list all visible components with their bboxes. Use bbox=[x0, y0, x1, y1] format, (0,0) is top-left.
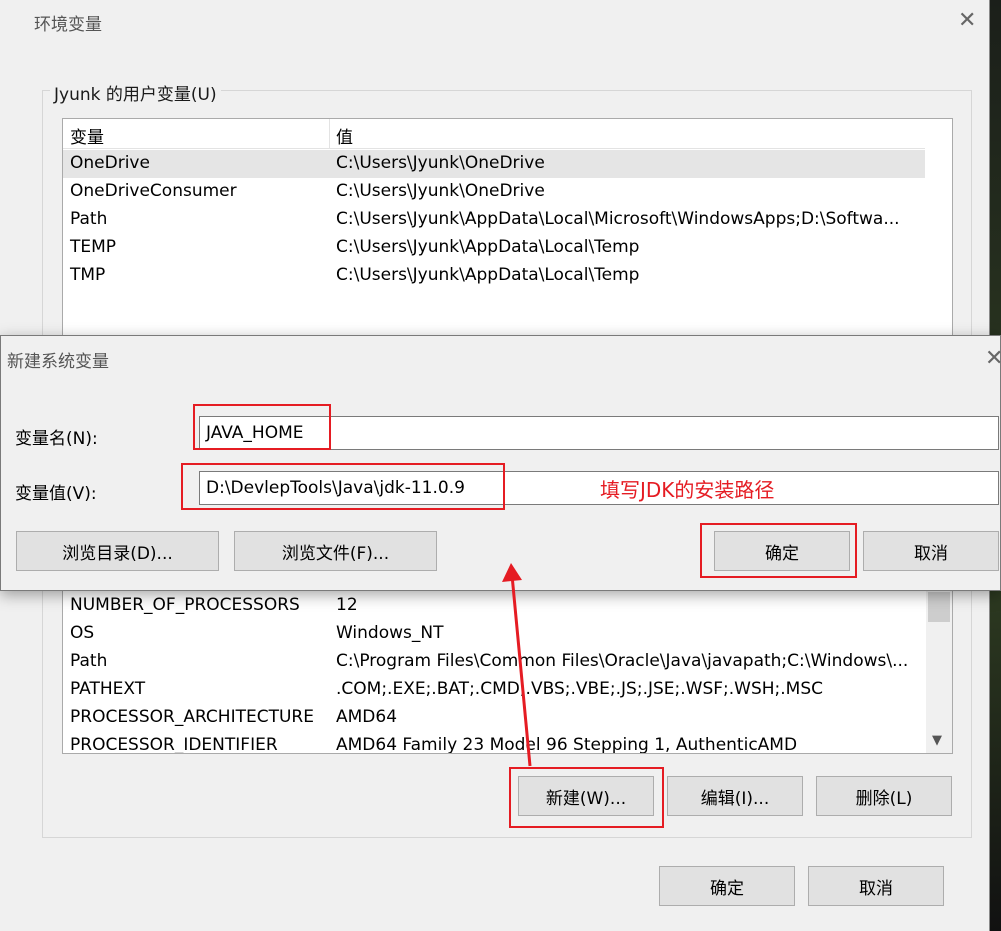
table-row[interactable]: Path C:\Users\Jyunk\AppData\Local\Micros… bbox=[63, 206, 925, 234]
variable-value-label: 变量值(V): bbox=[15, 484, 97, 504]
table-row[interactable]: TEMP C:\Users\Jyunk\AppData\Local\Temp bbox=[63, 234, 925, 262]
variable-name: PROCESSOR_ARCHITECTURE bbox=[70, 707, 314, 727]
variable-name: OneDriveConsumer bbox=[70, 181, 237, 201]
cancel-button[interactable]: 取消 bbox=[808, 866, 944, 906]
annotation-box-value bbox=[181, 463, 505, 510]
table-row[interactable]: PATHEXT .COM;.EXE;.BAT;.CMD;.VBS;.VBE;.J… bbox=[63, 676, 925, 704]
dialog-title: 环境变量 bbox=[34, 15, 102, 35]
edit-variable-button[interactable]: 编辑(I)... bbox=[667, 776, 803, 816]
browse-file-button[interactable]: 浏览文件(F)... bbox=[234, 531, 437, 571]
system-variables-list[interactable]: NUMBER_OF_PROCESSORS 12 OS Windows_NT Pa… bbox=[62, 590, 953, 754]
user-variables-list[interactable]: 变量 值 OneDrive C:\Users\Jyunk\OneDrive On… bbox=[62, 118, 953, 348]
table-row[interactable]: PROCESSOR_IDENTIFIER AMD64 Family 23 Mod… bbox=[63, 732, 925, 754]
variable-value: C:\Users\Jyunk\AppData\Local\Temp bbox=[336, 265, 640, 285]
delete-variable-button[interactable]: 删除(L) bbox=[816, 776, 952, 816]
annotation-box-ok bbox=[700, 523, 857, 578]
table-row[interactable]: PROCESSOR_ARCHITECTURE AMD64 bbox=[63, 704, 925, 732]
browse-directory-button[interactable]: 浏览目录(D)... bbox=[16, 531, 219, 571]
annotation-box-new bbox=[509, 767, 664, 828]
column-header-value[interactable]: 值 bbox=[336, 123, 353, 148]
variable-value: C:\Users\Jyunk\OneDrive bbox=[336, 181, 545, 201]
variable-name: Path bbox=[70, 209, 108, 229]
scroll-thumb[interactable] bbox=[928, 592, 950, 622]
table-row[interactable]: TMP C:\Users\Jyunk\AppData\Local\Temp bbox=[63, 262, 925, 290]
annotation-box-name bbox=[193, 404, 331, 450]
close-icon[interactable]: ✕ bbox=[958, 10, 976, 32]
vertical-scrollbar[interactable]: ▼ bbox=[926, 590, 952, 753]
variable-name-label: 变量名(N): bbox=[15, 429, 98, 449]
variable-name: OneDrive bbox=[70, 153, 150, 173]
variable-value: AMD64 bbox=[336, 707, 398, 727]
table-row[interactable]: Path C:\Program Files\Common Files\Oracl… bbox=[63, 648, 925, 676]
variable-value: AMD64 Family 23 Model 96 Stepping 1, Aut… bbox=[336, 735, 798, 754]
variable-value: 12 bbox=[336, 595, 358, 615]
table-row[interactable]: OneDrive C:\Users\Jyunk\OneDrive bbox=[63, 150, 925, 178]
variable-name: TMP bbox=[70, 265, 106, 285]
column-header-variable[interactable]: 变量 bbox=[70, 123, 104, 148]
variable-name: Path bbox=[70, 651, 108, 671]
variable-value: C:\Users\Jyunk\AppData\Local\Microsoft\W… bbox=[336, 209, 900, 229]
variable-name: PATHEXT bbox=[70, 679, 146, 699]
chevron-down-icon[interactable]: ▼ bbox=[932, 733, 942, 748]
cancel-button[interactable]: 取消 bbox=[863, 531, 999, 571]
variable-name: TEMP bbox=[70, 237, 117, 257]
variable-value: C:\Program Files\Common Files\Oracle\Jav… bbox=[336, 651, 909, 671]
annotation-text: 填写JDK的安装路径 bbox=[600, 478, 775, 502]
table-row[interactable]: OS Windows_NT bbox=[63, 620, 925, 648]
list-header: 变量 值 bbox=[63, 119, 925, 149]
ok-button[interactable]: 确定 bbox=[659, 866, 795, 906]
variable-name: NUMBER_OF_PROCESSORS bbox=[70, 595, 300, 615]
dialog-title: 新建系统变量 bbox=[7, 352, 109, 372]
variable-value: C:\Users\Jyunk\OneDrive bbox=[336, 153, 545, 173]
user-variables-label: Jyunk 的用户变量(U) bbox=[50, 80, 221, 105]
variable-value: Windows_NT bbox=[336, 623, 444, 643]
variable-name: OS bbox=[70, 623, 95, 643]
table-row[interactable]: OneDriveConsumer C:\Users\Jyunk\OneDrive bbox=[63, 178, 925, 206]
column-divider[interactable] bbox=[329, 119, 330, 149]
table-row[interactable]: NUMBER_OF_PROCESSORS 12 bbox=[63, 592, 925, 620]
close-icon[interactable]: ✕ bbox=[985, 348, 1001, 370]
variable-value: C:\Users\Jyunk\AppData\Local\Temp bbox=[336, 237, 640, 257]
variable-name: PROCESSOR_IDENTIFIER bbox=[70, 735, 278, 754]
variable-value: .COM;.EXE;.BAT;.CMD;.VBS;.VBE;.JS;.JSE;.… bbox=[336, 679, 824, 699]
